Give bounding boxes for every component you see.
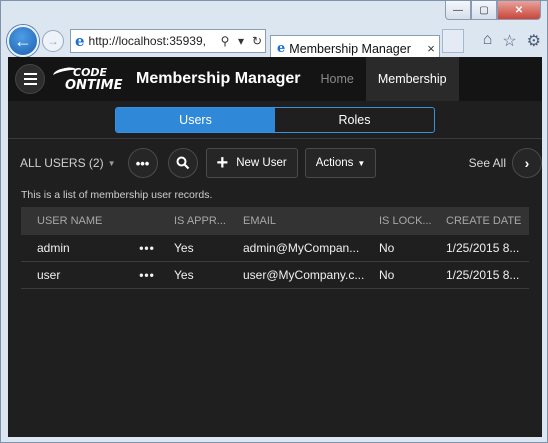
table-row[interactable]: user ••• Yes user@MyCompany.c... No 1/25…	[21, 262, 529, 289]
caret-down-icon: ▼	[107, 158, 116, 168]
minimize-button[interactable]: —	[445, 1, 471, 20]
close-window-button[interactable]: ✕	[497, 1, 541, 20]
forward-button[interactable]: →	[42, 30, 64, 52]
nav-membership-link[interactable]: Membership	[365, 57, 459, 101]
maximize-button[interactable]: ▢	[471, 1, 497, 20]
grid-header: USER NAME IS APPR... EMAIL IS LOCK... CR…	[21, 207, 529, 235]
nav-home-link[interactable]: Home	[320, 72, 353, 86]
address-text[interactable]: http://localhost:35939,	[89, 34, 217, 48]
users-grid: USER NAME IS APPR... EMAIL IS LOCK... CR…	[21, 207, 529, 289]
tab-users[interactable]: Users	[116, 107, 275, 132]
actions-menu-button[interactable]: Actions ▼	[304, 148, 377, 178]
address-bar[interactable]: e http://localhost:35939, ⚲ ▾ ↻	[70, 29, 266, 53]
see-all-link[interactable]: See All	[469, 156, 506, 170]
browser-toolbar-icons: ⌂ ☆ ⚙	[483, 31, 541, 51]
forward-arrow-icon: →	[47, 34, 59, 48]
search-button[interactable]	[167, 148, 198, 178]
row-actions-button[interactable]: •••	[122, 241, 172, 255]
menu-line	[23, 83, 37, 85]
gear-icon[interactable]: ⚙	[527, 31, 541, 51]
new-user-button[interactable]: + New User	[205, 148, 298, 178]
cell-is-locked: No	[379, 241, 395, 255]
cell-email: user@MyCompany.c...	[243, 268, 365, 282]
search-icon[interactable]: ⚲	[217, 34, 233, 48]
more-dots-icon: •••	[135, 155, 150, 171]
users-roles-toggle: Users Roles	[115, 106, 435, 133]
tab-title: Membership Manager	[289, 41, 411, 56]
star-icon[interactable]: ☆	[502, 31, 516, 51]
tab-roles[interactable]: Roles	[275, 108, 434, 132]
view-selector[interactable]: ALL USERS (2) ▼	[20, 156, 116, 170]
column-header-user-name[interactable]: USER NAME	[21, 215, 172, 227]
view-label: ALL USERS (2)	[20, 156, 104, 170]
cell-user-name: user	[37, 268, 61, 282]
browser-nav-row: ← → e http://localhost:35939, ⚲ ▾ ↻ e Me…	[7, 23, 541, 61]
plus-icon: +	[216, 152, 229, 174]
cell-create-date: 1/25/2015 8...	[446, 268, 520, 282]
codeontime-logo[interactable]: CODE ONTIME	[52, 64, 123, 94]
ie-icon: e	[277, 41, 286, 56]
menu-line	[23, 78, 37, 80]
app-title: Membership Manager	[136, 70, 301, 87]
column-header-is-locked[interactable]: IS LOCK...	[377, 215, 446, 227]
column-header-email[interactable]: EMAIL	[241, 215, 377, 227]
cell-create-date: 1/25/2015 8...	[446, 241, 520, 255]
home-icon[interactable]: ⌂	[483, 31, 493, 51]
column-header-create-date[interactable]: CREATE DATE	[446, 215, 529, 227]
dropdown-icon[interactable]: ▾	[233, 34, 249, 48]
more-actions-button[interactable]: •••	[127, 148, 158, 178]
cell-is-approved: Yes	[174, 241, 194, 255]
new-user-label: New User	[236, 157, 287, 169]
logo-line2: ONTIME	[65, 78, 123, 93]
search-icon	[176, 156, 189, 170]
cell-email: admin@MyCompan...	[243, 241, 360, 255]
app-topbar: CODE ONTIME Membership Manager Home Memb…	[8, 57, 542, 101]
chevron-right-icon: ›	[524, 155, 530, 171]
actions-label: Actions	[315, 157, 354, 169]
cell-user-name: admin	[37, 241, 70, 255]
table-row[interactable]: admin ••• Yes admin@MyCompan... No 1/25/…	[21, 235, 529, 262]
browser-window: — ▢ ✕ ← → e http://localhost:35939, ⚲ ▾ …	[0, 0, 548, 443]
page-content: CODE ONTIME Membership Manager Home Memb…	[8, 57, 542, 437]
window-controls: — ▢ ✕	[445, 1, 541, 21]
hamburger-menu-button[interactable]	[15, 64, 45, 94]
back-arrow-icon: ←	[14, 30, 32, 51]
refresh-icon[interactable]: ↻	[249, 34, 265, 48]
cell-is-locked: No	[379, 268, 395, 282]
row-actions-button[interactable]: •••	[122, 268, 172, 282]
menu-line	[23, 73, 37, 75]
segment-bar: Users Roles	[8, 101, 542, 139]
column-header-is-approved[interactable]: IS APPR...	[172, 215, 241, 227]
list-description: This is a list of membership user record…	[21, 189, 213, 201]
close-tab-icon[interactable]: ×	[423, 41, 439, 56]
new-tab-button[interactable]	[442, 29, 464, 53]
back-button[interactable]: ←	[7, 25, 39, 57]
caret-down-icon: ▼	[357, 158, 366, 168]
see-all-button[interactable]: ›	[512, 148, 542, 178]
ie-icon: e	[75, 32, 85, 50]
cell-is-approved: Yes	[174, 268, 194, 282]
view-toolbar: ALL USERS (2) ▼ ••• + New User Actions ▼…	[8, 139, 542, 187]
